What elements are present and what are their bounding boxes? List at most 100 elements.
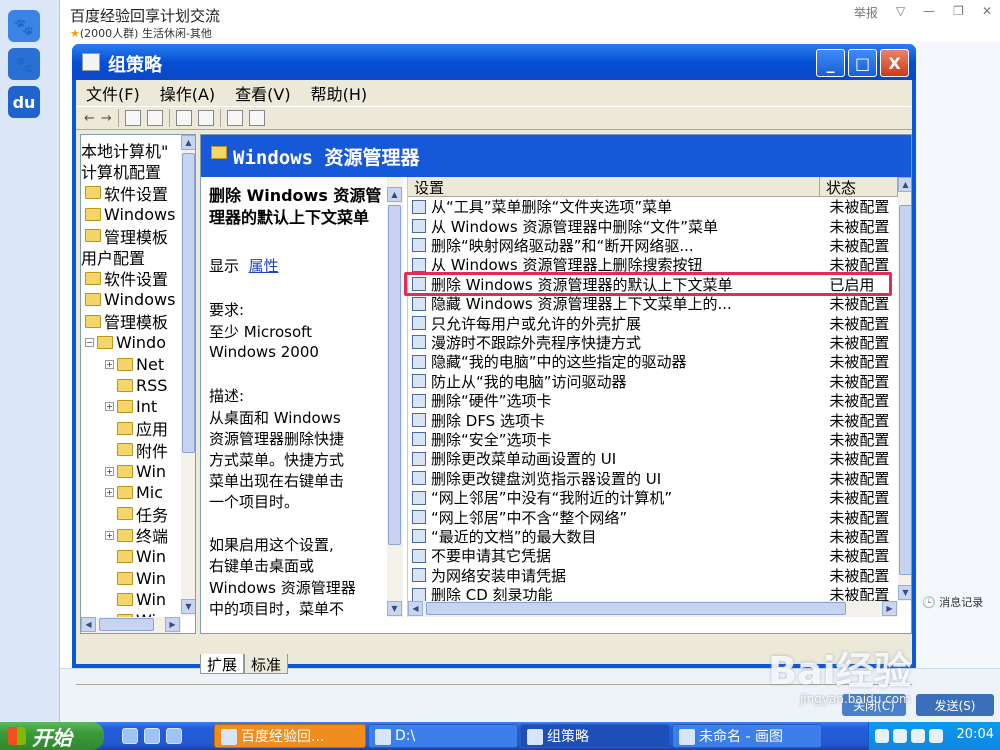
table-row[interactable]: 隐藏 Windows 资源管理器上下文菜单上的... 未被配置 xyxy=(408,294,898,313)
close-icon[interactable]: ✕ xyxy=(982,4,992,21)
menu-view[interactable]: 查看(V) xyxy=(235,81,290,105)
tree-hscroll-thumb[interactable] xyxy=(99,618,154,631)
menu-help[interactable]: 帮助(H) xyxy=(311,81,368,105)
settings-hscroll-thumb[interactable] xyxy=(426,602,846,615)
table-row[interactable]: “网上邻居”中不含“整个网络” 未被配置 xyxy=(408,507,898,527)
ie-icon[interactable] xyxy=(122,728,138,744)
settings-vertical-scrollbar[interactable]: ▲ ▼ xyxy=(898,177,911,601)
up-folder-icon[interactable] xyxy=(124,110,141,126)
table-row[interactable]: 隐藏“我的电脑”中的这些指定的驱动器 未被配置 xyxy=(408,352,898,371)
tree-item[interactable]: + 终端 xyxy=(105,524,168,546)
baidu-paw-icon[interactable]: 🐾 xyxy=(8,10,40,42)
tree-item[interactable]: 软件设置 xyxy=(85,182,168,204)
tree-item[interactable]: 管理模板 xyxy=(85,310,168,332)
tree-item[interactable]: Win xyxy=(105,546,166,568)
table-row[interactable]: 漫游时不跟踪外壳程序快捷方式 未被配置 xyxy=(408,333,898,352)
maximize-button[interactable]: □ xyxy=(848,49,877,77)
tree-item[interactable]: − Windo xyxy=(85,332,166,354)
table-row[interactable]: 从 Windows 资源管理器中删除“文件”菜单 未被配置 xyxy=(408,216,898,236)
scroll-up-icon[interactable]: ▲ xyxy=(898,177,911,192)
settings-scroll-thumb[interactable] xyxy=(899,205,911,575)
scroll-down-icon[interactable]: ▼ xyxy=(387,601,402,616)
table-row[interactable]: 删除“安全”选项卡 未被配置 xyxy=(408,430,898,449)
expand-icon[interactable]: + xyxy=(105,466,114,476)
scroll-down-icon[interactable]: ▼ xyxy=(898,585,911,600)
description-scroll-thumb[interactable] xyxy=(388,205,401,545)
menu-action[interactable]: 操作(A) xyxy=(160,81,215,105)
back-arrow-icon[interactable]: ← xyxy=(84,111,95,126)
expand-icon[interactable]: + xyxy=(105,402,114,412)
table-row[interactable]: 删除 DFS 选项卡 未被配置 xyxy=(408,410,898,430)
tree-item[interactable]: Windows xyxy=(85,203,175,225)
tree-item[interactable]: 任务 xyxy=(105,503,168,525)
tree-item[interactable]: Win xyxy=(105,567,166,589)
tab-standard[interactable]: 标准 xyxy=(244,654,289,674)
table-row[interactable]: 不要申请其它凭据 未被配置 xyxy=(408,546,898,565)
console-tree[interactable]: 本地计算机" 计算机配置 软件设置 Windows 管理模板 用户配置 软件设置 Window… xyxy=(80,134,196,634)
table-row[interactable]: 删除“硬件”选项卡 未被配置 xyxy=(408,391,898,410)
tree-vertical-scrollbar[interactable]: ▲ ▼ xyxy=(181,135,195,616)
restore-icon[interactable]: ❐ xyxy=(953,4,964,21)
tree-item[interactable]: Win xyxy=(105,588,166,610)
chat-send-button[interactable]: 发送(S) xyxy=(916,694,994,716)
baidu-group-icon[interactable]: 🐾 xyxy=(8,48,40,80)
taskbar-item-group-policy[interactable]: 组策略 xyxy=(520,724,670,748)
tree-item[interactable]: RSS xyxy=(105,374,167,396)
show-desktop-icon[interactable] xyxy=(144,728,160,744)
scroll-left-icon[interactable]: ◀ xyxy=(81,617,96,632)
description-scrollbar[interactable]: ▲ ▼ xyxy=(387,177,403,617)
tray-app-icon[interactable] xyxy=(893,729,907,743)
expand-icon[interactable]: + xyxy=(105,359,114,369)
column-header-state[interactable]: 状态 xyxy=(820,177,898,197)
table-row[interactable]: 删除“映射网络驱动器”和“断开网络驱... 未被配置 xyxy=(408,236,898,255)
scroll-up-icon[interactable]: ▲ xyxy=(387,187,402,202)
tree-horizontal-scrollbar[interactable]: ◀ ▶ xyxy=(81,617,181,633)
table-row[interactable]: 从“工具”菜单删除“文件夹选项”菜单 未被配置 xyxy=(408,197,898,216)
message-log-button[interactable]: 🕒 消息记录 xyxy=(922,594,983,610)
minimize-icon[interactable]: — xyxy=(923,4,935,21)
tree-item[interactable]: 管理模板 xyxy=(85,225,168,247)
close-button[interactable]: X xyxy=(880,49,909,77)
help-icon[interactable] xyxy=(226,110,243,126)
tree-item[interactable]: 软件设置 xyxy=(85,267,168,289)
properties-link[interactable]: 属性 xyxy=(249,257,279,275)
table-row[interactable]: 只允许每用户或允许的外壳扩展 未被配置 xyxy=(408,313,898,333)
tree-item[interactable]: + Win xyxy=(105,460,166,482)
tree-item[interactable]: 附件 xyxy=(105,439,168,461)
window-titlebar[interactable]: 组策略 _ □ X xyxy=(72,44,916,80)
table-row[interactable]: “网上邻居”中没有“我附近的计算机” 未被配置 xyxy=(408,488,898,507)
tree-item[interactable]: 用户配置 xyxy=(81,246,145,268)
column-header-setting[interactable]: 设置 xyxy=(408,177,820,197)
tree-item[interactable]: + Mic xyxy=(105,481,163,503)
extended-view-icon[interactable] xyxy=(248,110,265,126)
tree-item[interactable]: Windows xyxy=(85,289,175,311)
tray-volume-icon[interactable] xyxy=(911,729,925,743)
taskbar-item-paint[interactable]: 未命名 - 画图 xyxy=(672,724,822,748)
taskbar-item-drive-d[interactable]: D:\ xyxy=(368,724,518,748)
tab-extended[interactable]: 扩展 xyxy=(200,654,245,674)
tree-scroll-thumb[interactable] xyxy=(182,153,195,453)
table-row[interactable]: “最近的文档”的最大数目 未被配置 xyxy=(408,527,898,546)
taskbar-item-baidu[interactable]: 百度经验回... xyxy=(214,724,366,748)
tray-network-icon[interactable] xyxy=(929,729,943,743)
tree-item[interactable]: 计算机配置 xyxy=(81,160,161,182)
tree-item[interactable]: + Int xyxy=(105,396,157,418)
chevron-down-icon[interactable]: ▽ xyxy=(896,4,905,21)
properties-icon[interactable] xyxy=(175,110,192,126)
scroll-up-icon[interactable]: ▲ xyxy=(181,135,195,150)
baidu-du-icon[interactable]: du xyxy=(8,86,40,118)
quicklaunch-app-icon[interactable] xyxy=(166,728,182,744)
table-row[interactable]: 防止从“我的电脑”访问驱动器 未被配置 xyxy=(408,372,898,391)
refresh-icon[interactable] xyxy=(197,110,214,126)
table-row[interactable]: 为网络安装申请凭据 未被配置 xyxy=(408,566,898,585)
tray-app-icon[interactable] xyxy=(875,729,889,743)
scroll-right-icon[interactable]: ▶ xyxy=(165,617,180,632)
scroll-right-icon[interactable]: ▶ xyxy=(882,601,897,616)
expand-icon[interactable]: + xyxy=(105,487,114,497)
table-row[interactable]: 删除更改菜单动画设置的 UI 未被配置 xyxy=(408,449,898,468)
scroll-left-icon[interactable]: ◀ xyxy=(408,601,423,616)
settings-horizontal-scrollbar[interactable]: ◀ ▶ xyxy=(408,601,898,617)
start-button[interactable]: 开始 xyxy=(0,722,104,750)
menu-file[interactable]: 文件(F) xyxy=(86,81,140,105)
collapse-icon[interactable]: − xyxy=(85,338,94,348)
